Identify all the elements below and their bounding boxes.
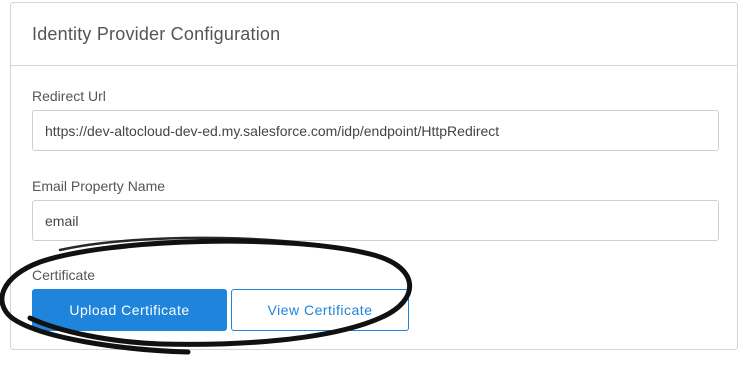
- identity-provider-panel: Identity Provider Configuration Redirect…: [10, 2, 738, 350]
- redirect-url-field[interactable]: https://dev-altocloud-dev-ed.my.salesfor…: [32, 110, 719, 151]
- view-certificate-label: View Certificate: [267, 302, 373, 318]
- panel-title: Identity Provider Configuration: [32, 23, 281, 44]
- certificate-label: Certificate: [32, 267, 96, 283]
- redirect-url-value: https://dev-altocloud-dev-ed.my.salesfor…: [45, 122, 500, 139]
- email-property-label: Email Property Name: [32, 178, 166, 194]
- email-property-field[interactable]: email: [32, 200, 719, 241]
- panel-header: Identity Provider Configuration: [11, 3, 737, 66]
- view-certificate-button[interactable]: View Certificate: [231, 289, 409, 331]
- upload-certificate-label: Upload Certificate: [69, 302, 190, 318]
- email-property-value: email: [45, 212, 79, 229]
- redirect-url-label: Redirect Url: [32, 88, 106, 104]
- upload-certificate-button[interactable]: Upload Certificate: [32, 289, 227, 331]
